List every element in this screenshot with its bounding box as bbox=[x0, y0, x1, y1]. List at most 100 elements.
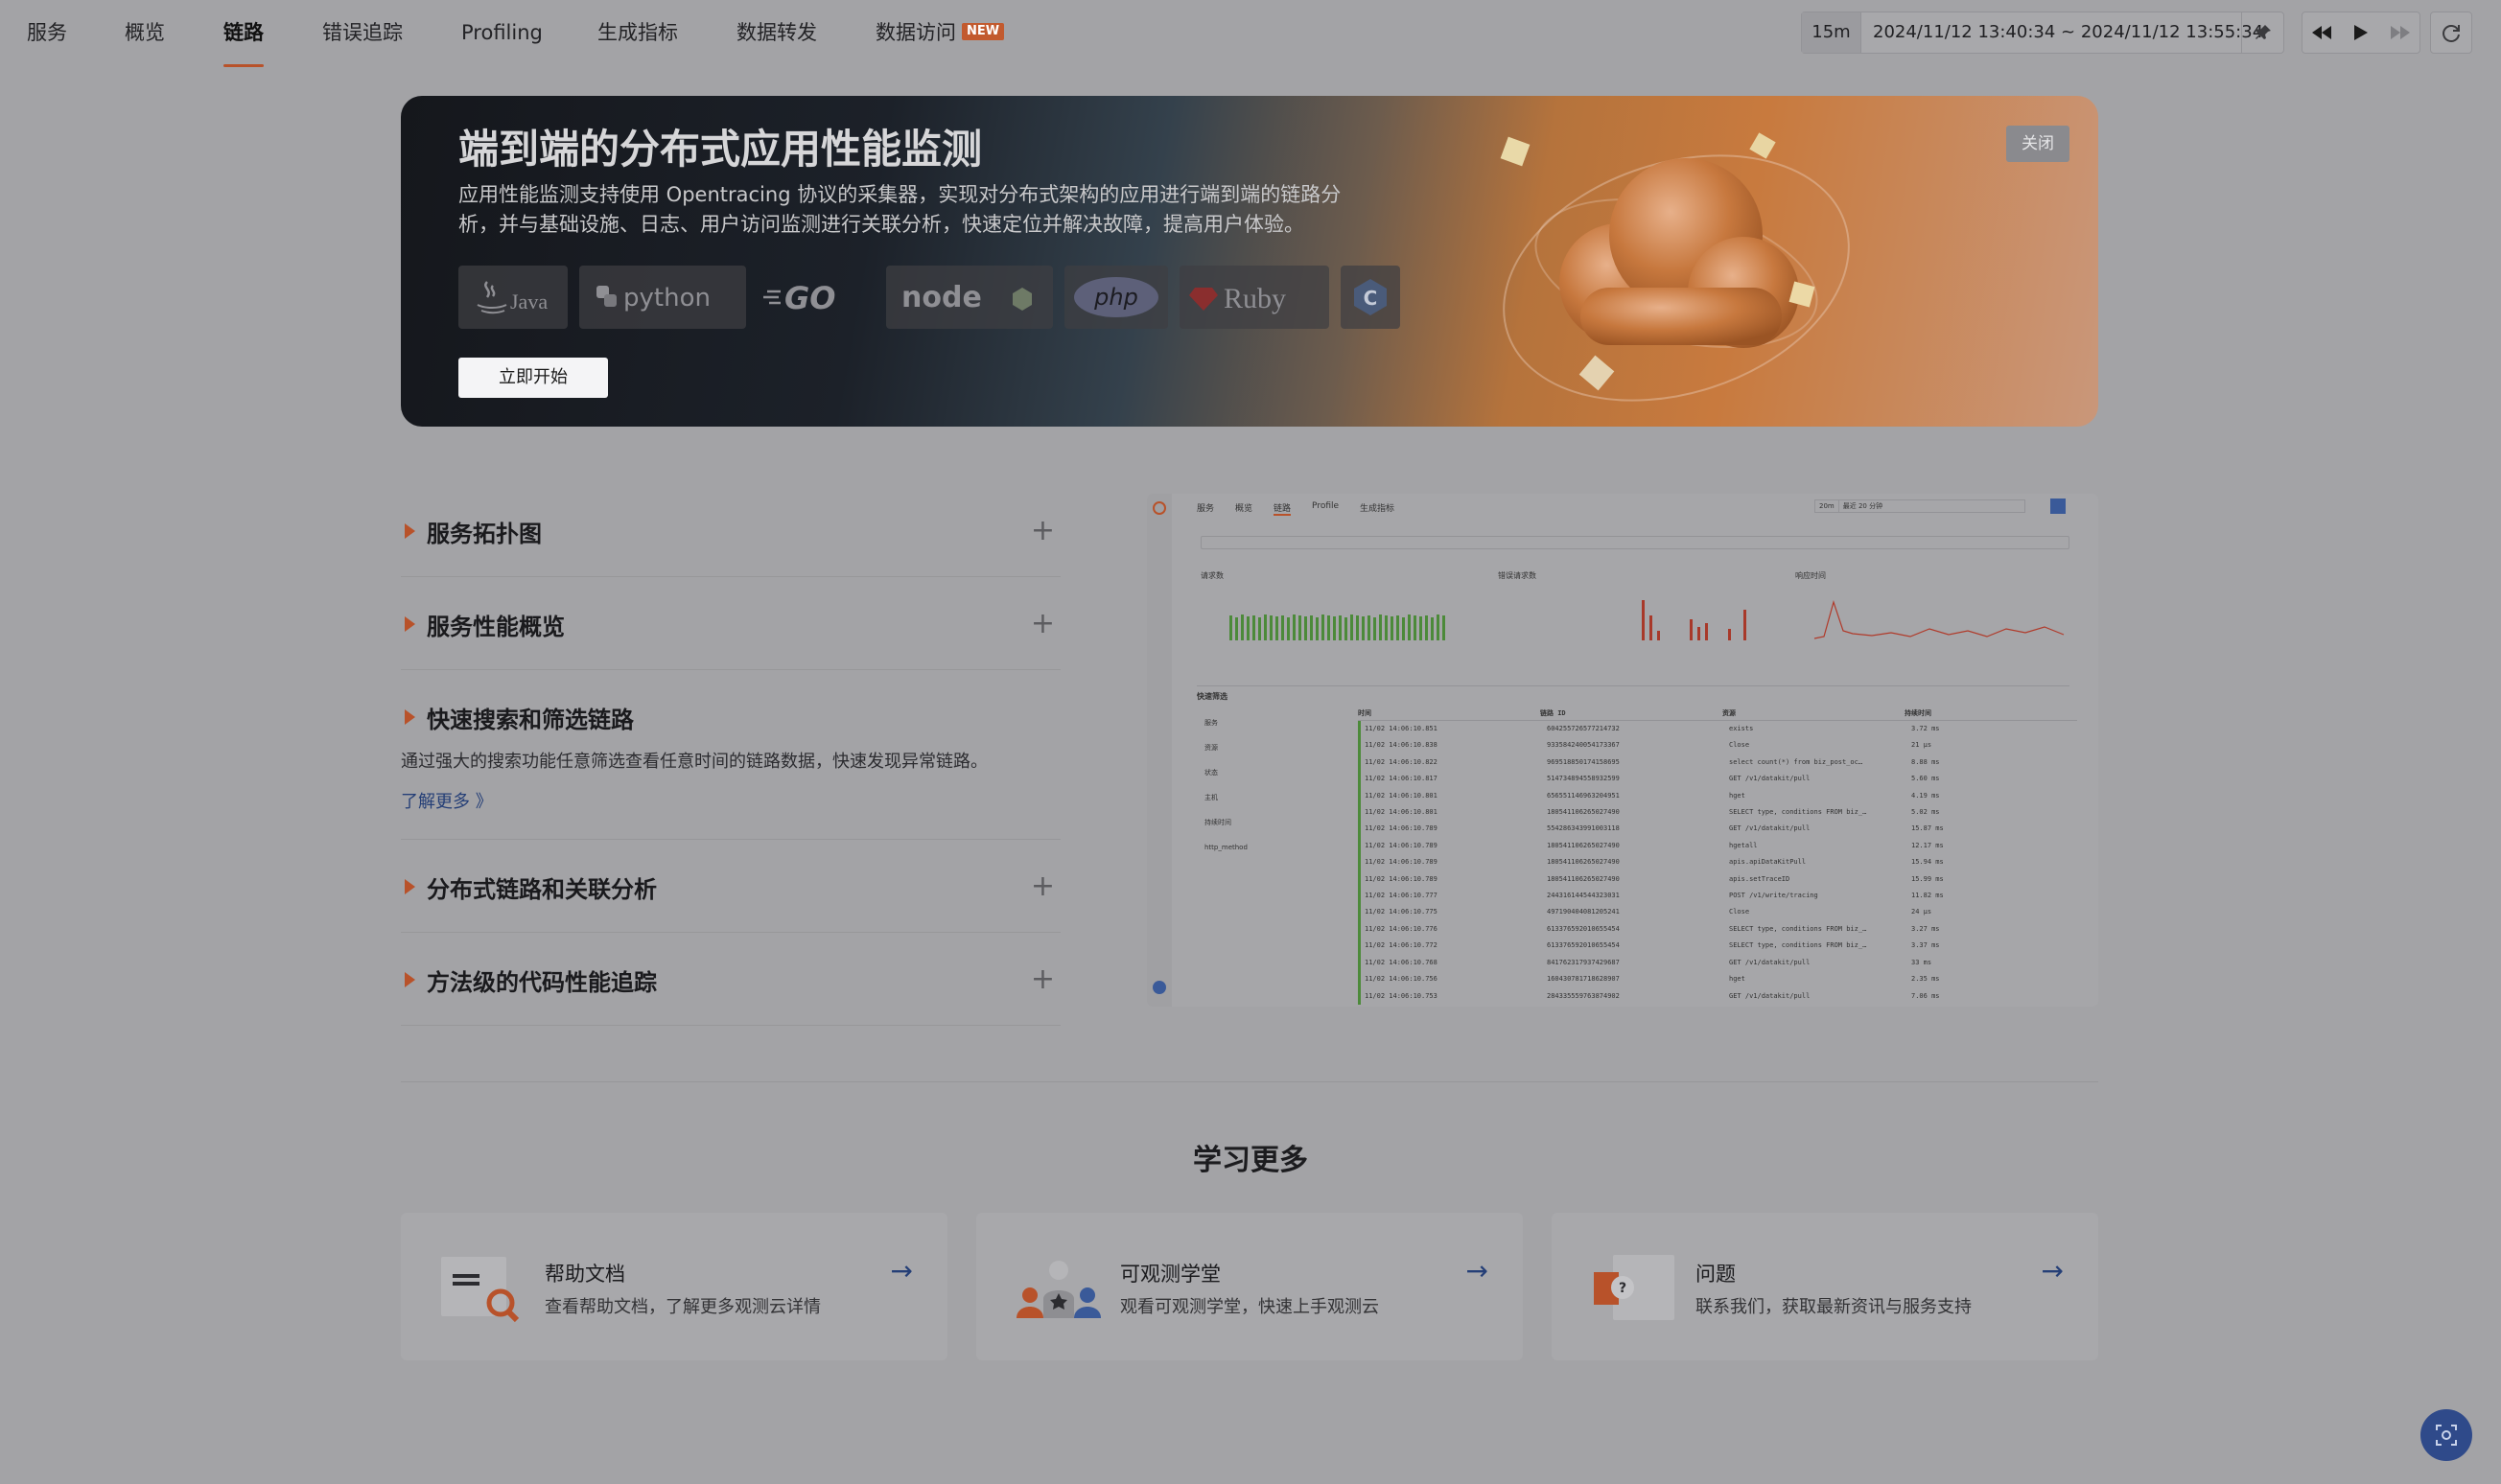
table-row[interactable]: 11/02 14:06:10.822 969518850174158695 sele… bbox=[1358, 754, 2077, 772]
quick-range-button[interactable]: 15m bbox=[1802, 12, 1861, 53]
caret-right-icon bbox=[405, 616, 415, 632]
plus-icon[interactable]: + bbox=[1031, 517, 1055, 545]
preview-tabs: 服务 概览 链路 Profile 生成指标 bbox=[1197, 501, 1395, 516]
section-divider bbox=[401, 1081, 2098, 1082]
requests-bars bbox=[1229, 614, 1445, 640]
caret-right-icon bbox=[405, 523, 415, 539]
banner-title: 端到端的分布式应用性能监测 bbox=[458, 126, 983, 173]
tab-data-access[interactable]: 数据访问 NEW bbox=[876, 0, 1005, 67]
svg-text:php: php bbox=[1093, 284, 1138, 311]
table-row[interactable]: 11/02 14:06:10.789 180541106265027490 apis… bbox=[1358, 870, 2077, 889]
ruby-logo: Ruby bbox=[1180, 266, 1329, 329]
table-row[interactable]: 11/02 14:06:10.838 933584240054173367 Clos… bbox=[1358, 737, 2077, 754]
learn-more-link[interactable]: 了解更多 》 bbox=[401, 788, 1061, 813]
issues-icon: ? bbox=[1594, 1255, 1674, 1320]
preview-chart-errors: 错误请求数 bbox=[1498, 570, 1766, 650]
help-docs-icon bbox=[441, 1257, 520, 1323]
card-help-docs[interactable]: 帮助文档 查看帮助文档，了解更多观测云详情 → bbox=[401, 1213, 947, 1360]
table-row[interactable]: 11/02 14:06:10.777 244316144544323031 POST… bbox=[1358, 888, 2077, 905]
table-row[interactable]: 11/02 14:06:10.789 180541106265027490 apis… bbox=[1358, 854, 2077, 871]
feature-code-profiling[interactable]: 方法级的代码性能追踪 + bbox=[401, 934, 1061, 1026]
start-now-button[interactable]: 立即开始 bbox=[458, 358, 608, 398]
svg-text:node: node bbox=[901, 281, 982, 314]
preview-chart-latency: 响应时间 bbox=[1795, 570, 2073, 650]
language-logos: Java python GO node php Ruby C bbox=[458, 266, 1400, 329]
arrow-right-icon[interactable]: → bbox=[891, 1255, 913, 1287]
latency-line bbox=[1813, 599, 2065, 639]
plus-icon[interactable]: + bbox=[1031, 965, 1055, 994]
table-row[interactable]: 11/02 14:06:10.817 514734894558932599 GET … bbox=[1358, 771, 2077, 788]
tab-services[interactable]: 服务 bbox=[27, 0, 67, 67]
table-row[interactable]: 11/02 14:06:10.753 284335559763874902 GET … bbox=[1358, 987, 2077, 1005]
refresh-icon[interactable] bbox=[2430, 12, 2472, 54]
feature-service-topology[interactable]: 服务拓扑图 + bbox=[401, 485, 1061, 577]
nodejs-logo: node bbox=[886, 266, 1053, 329]
table-row[interactable]: 11/02 14:06:10.768 841762317937429687 GET … bbox=[1358, 954, 2077, 972]
table-row[interactable]: 11/02 14:06:10.756 160430781718628907 hget… bbox=[1358, 971, 2077, 988]
learn-more-title: 学习更多 bbox=[1193, 1144, 1308, 1177]
preview-table-body: 11/02 14:06:10.851 604255726577214732 exis… bbox=[1358, 721, 2077, 1005]
svg-text:C: C bbox=[1364, 287, 1378, 310]
new-badge: NEW bbox=[962, 23, 1005, 40]
feature-distributed-analysis[interactable]: 分布式链路和关联分析 + bbox=[401, 841, 1061, 933]
tab-traces[interactable]: 链路 bbox=[223, 0, 264, 67]
playback-controls bbox=[2302, 12, 2420, 54]
banner-description: 应用性能监测支持使用 Opentracing 协议的采集器，实现对分布式架构的应… bbox=[458, 183, 1342, 236]
python-logo: python bbox=[579, 266, 746, 329]
svg-text:python: python bbox=[623, 284, 711, 313]
caret-right-icon bbox=[405, 709, 415, 725]
plus-icon[interactable]: + bbox=[1031, 872, 1055, 901]
feature-service-performance[interactable]: 服务性能概览 + bbox=[401, 578, 1061, 670]
user-avatar-icon bbox=[1153, 981, 1166, 994]
screenshot-fab-icon[interactable] bbox=[2420, 1409, 2472, 1461]
feature-search-traces: 快速搜索和筛选链路 通过强大的搜索功能任意筛选查看任意时间的链路数据，快速发现异… bbox=[401, 671, 1061, 840]
caret-right-icon bbox=[405, 972, 415, 987]
table-row[interactable]: 11/02 14:06:10.801 180541106265027490 SELE… bbox=[1358, 804, 2077, 822]
plus-icon[interactable]: + bbox=[1031, 610, 1055, 638]
svg-text:GO: GO bbox=[784, 280, 835, 316]
preview-pause-icon bbox=[2050, 499, 2066, 514]
table-row[interactable]: 11/02 14:06:10.775 497190404081205241 Clos… bbox=[1358, 904, 2077, 921]
php-logo: php bbox=[1064, 266, 1168, 329]
go-logo: GO bbox=[758, 266, 875, 329]
top-nav: 服务 概览 链路 错误追踪 Profiling 生成指标 数据转发 数据访问 NE… bbox=[0, 0, 2501, 67]
feature-description: 通过强大的搜索功能任意筛选查看任意时间的链路数据，快速发现异常链路。 bbox=[401, 752, 988, 772]
arrow-right-icon[interactable]: → bbox=[1466, 1255, 1488, 1287]
preview-time-picker: 20m 最近 20 分钟 bbox=[1814, 499, 2025, 513]
caret-right-icon bbox=[405, 879, 415, 894]
table-row[interactable]: 11/02 14:06:10.772 613376592010655454 SELE… bbox=[1358, 938, 2077, 955]
cloud-illustration bbox=[1500, 132, 1850, 402]
svg-text:Ruby: Ruby bbox=[1224, 283, 1286, 314]
fast-forward-icon[interactable] bbox=[2380, 12, 2419, 53]
tab-generate-metrics[interactable]: 生成指标 bbox=[597, 0, 678, 67]
svg-text:Java: Java bbox=[510, 290, 548, 313]
errors-bars bbox=[1642, 600, 1746, 640]
preview-trace-table: 时间 链路 ID 资源 持续时间 11/02 14:06:10.851 60425572… bbox=[1358, 707, 2077, 1005]
cpp-logo: C bbox=[1341, 266, 1400, 329]
arrow-right-icon[interactable]: → bbox=[2042, 1255, 2064, 1287]
svg-text:?: ? bbox=[1619, 1281, 1626, 1296]
pin-icon[interactable] bbox=[2241, 12, 2283, 53]
academy-icon bbox=[1017, 1261, 1101, 1318]
time-range-picker[interactable]: 15m 2024/11/12 13:40:34 ~ 2024/11/12 13:… bbox=[1801, 12, 2284, 54]
java-logo: Java bbox=[458, 266, 568, 329]
card-observability-academy[interactable]: 可观测学堂 观看可观测学堂，快速上手观测云 → bbox=[976, 1213, 1523, 1360]
preview-chart-requests: 请求数 bbox=[1201, 570, 1479, 650]
table-row[interactable]: 11/02 14:06:10.789 180541106265027490 hget… bbox=[1358, 837, 2077, 855]
table-row[interactable]: 11/02 14:06:10.801 656551146963204951 hget… bbox=[1358, 787, 2077, 805]
table-row[interactable]: 11/02 14:06:10.789 554286343991003118 GET … bbox=[1358, 821, 2077, 838]
trace-explorer-preview: 服务 概览 链路 Profile 生成指标 20m 最近 20 分钟 请求数 错误… bbox=[1147, 494, 2098, 1007]
table-row[interactable]: 11/02 14:06:10.851 604255726577214732 exis… bbox=[1358, 721, 2077, 738]
play-icon[interactable] bbox=[2342, 12, 2381, 53]
close-banner-button[interactable]: 关闭 bbox=[2006, 126, 2069, 162]
time-range-text[interactable]: 2024/11/12 13:40:34 ~ 2024/11/12 13:55:3… bbox=[1861, 12, 2263, 53]
tab-error-tracking[interactable]: 错误追踪 bbox=[322, 0, 403, 67]
apm-intro-banner: 端到端的分布式应用性能监测 应用性能监测支持使用 Opentracing 协议的… bbox=[401, 96, 2098, 427]
card-issues[interactable]: ? 问题 联系我们，获取最新资讯与服务支持 → bbox=[1552, 1213, 2098, 1360]
tab-profiling[interactable]: Profiling bbox=[461, 0, 543, 67]
rewind-icon[interactable] bbox=[2302, 12, 2342, 53]
preview-search-bar bbox=[1201, 536, 2069, 549]
tab-overview[interactable]: 概览 bbox=[125, 0, 165, 67]
tab-data-forwarding[interactable]: 数据转发 bbox=[736, 0, 817, 67]
table-row[interactable]: 11/02 14:06:10.776 613376592010655454 SELE… bbox=[1358, 920, 2077, 939]
